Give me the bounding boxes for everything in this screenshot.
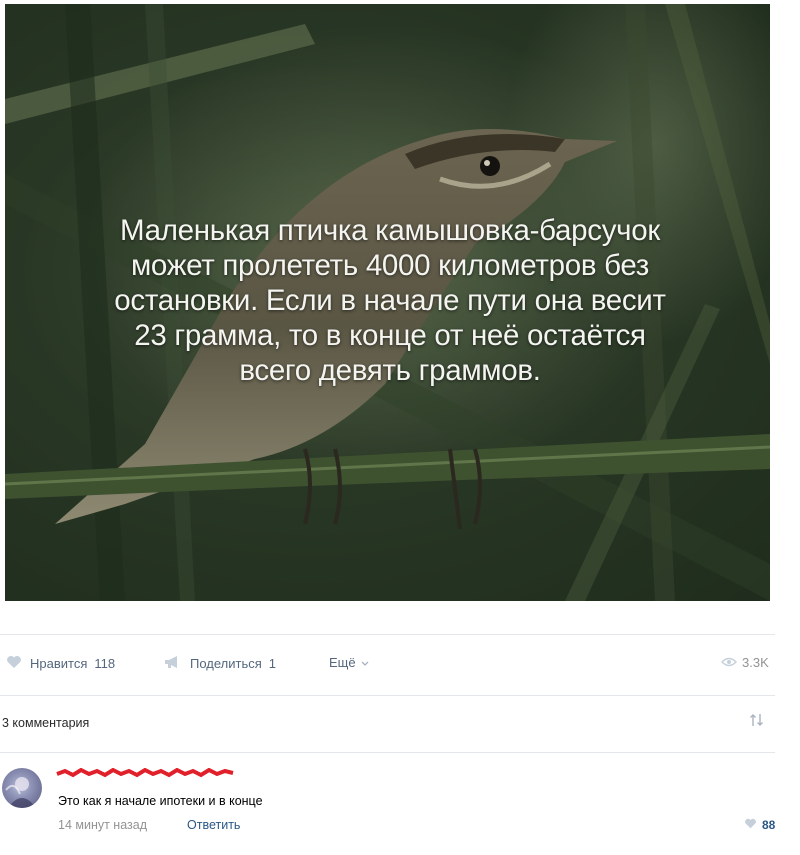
more-label: Ещё <box>329 655 356 670</box>
share-label: Поделиться <box>190 656 262 671</box>
divider <box>0 634 775 635</box>
image-caption: Маленькая птичка камышовка-барсучок може… <box>45 213 735 388</box>
share-button[interactable]: Поделиться 1 <box>164 655 276 672</box>
like-button[interactable]: Нравится 118 <box>6 655 115 672</box>
post-actions: Нравится 118 Поделиться 1 Ещё 3.3K <box>6 650 771 678</box>
caption-line: остановки. Если в начале пути она весит <box>114 284 666 317</box>
avatar[interactable] <box>2 768 42 808</box>
comment-item: Это как я начале ипотеки и в конце 14 ми… <box>0 760 790 850</box>
more-button[interactable]: Ещё <box>329 655 369 670</box>
caption-line: Маленькая птичка камышовка-барсучок <box>120 214 660 247</box>
caption-line: всего девять граммов. <box>239 354 541 387</box>
comment-like-count: 88 <box>762 818 776 832</box>
heart-icon <box>6 655 22 672</box>
redacted-author-name <box>56 768 234 778</box>
divider <box>0 752 775 753</box>
like-label: Нравится <box>30 656 88 671</box>
comment-like-button[interactable]: 88 <box>744 818 775 832</box>
reply-button[interactable]: Ответить <box>187 818 240 832</box>
share-count: 1 <box>268 656 277 671</box>
views-counter: 3.3K <box>721 655 769 670</box>
comment-time: 14 минут назад <box>58 818 147 832</box>
comment-text: Это как я начале ипотеки и в конце <box>58 794 263 808</box>
megaphone-icon <box>164 655 182 672</box>
divider <box>0 695 775 696</box>
heart-icon <box>744 818 757 832</box>
eye-icon <box>721 655 737 670</box>
post-image[interactable]: Маленькая птичка камышовка-барсучок може… <box>5 4 770 601</box>
caption-line: 23 грамма, то в конце от неё остаётся <box>134 319 646 352</box>
like-count: 118 <box>94 656 116 671</box>
caption-line: может пролететь 4000 километров без <box>130 249 650 282</box>
chevron-down-icon <box>361 655 369 670</box>
views-count: 3.3K <box>742 655 769 670</box>
sort-arrows-icon[interactable] <box>749 713 765 730</box>
comments-count: 3 комментария <box>2 716 90 730</box>
